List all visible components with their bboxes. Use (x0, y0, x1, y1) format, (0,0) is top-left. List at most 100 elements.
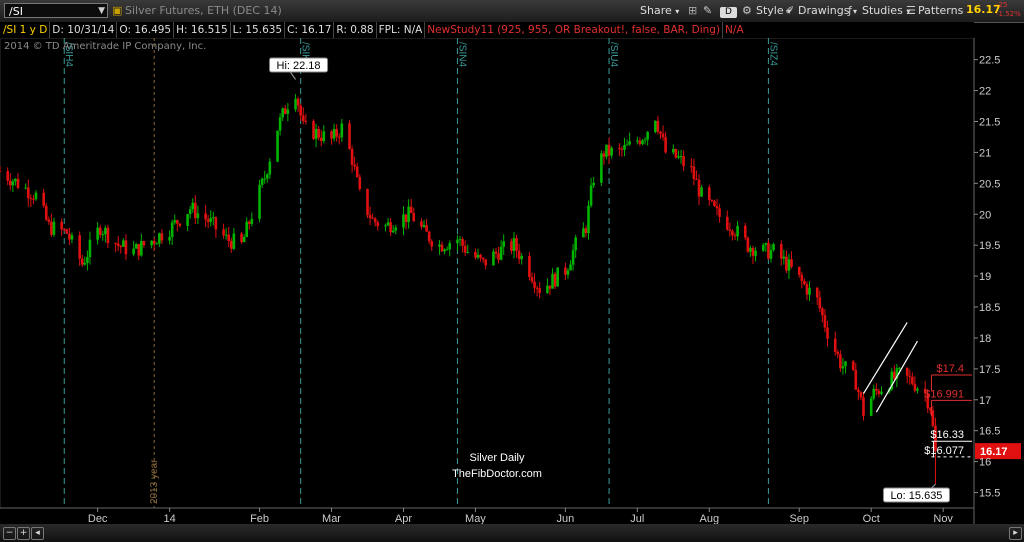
candle-body (83, 262, 87, 265)
candle-body (296, 98, 300, 106)
patterns-button[interactable]: Patterns (918, 3, 963, 18)
candle-body (695, 178, 698, 180)
chart-subtitle: TheFibDoctor.com (452, 468, 542, 480)
copyright-text: 2014 © TD Ameritrade IP Company, Inc. (4, 41, 207, 52)
candle-body (116, 243, 120, 246)
candle-body (278, 117, 282, 131)
candle-body (376, 222, 380, 227)
candle-body (905, 367, 909, 376)
candle-body (638, 140, 642, 145)
candle-body (132, 248, 135, 255)
candle-body (6, 171, 10, 181)
y-tick-label: 15.5 (979, 488, 1000, 500)
candle-body (158, 233, 161, 244)
candle-body (782, 256, 786, 259)
share-button[interactable]: Share ▾ (640, 3, 679, 18)
candle-body (11, 181, 15, 186)
style-icon[interactable]: ⚙ (742, 3, 752, 18)
zoom-out-icon[interactable]: − (3, 527, 16, 540)
candle-body (265, 174, 269, 179)
candle-body (733, 235, 737, 237)
candle-body (779, 244, 783, 259)
top-toolbar: /SI ▼ ▣ Silver Futures, ETH (DEC 14) Sha… (0, 0, 1024, 23)
info-study[interactable]: NewStudy11 (925, 955, OR Breakout!, fals… (425, 22, 724, 38)
y-tick-label: 22 (979, 86, 991, 98)
zoom-in-icon[interactable]: + (17, 527, 30, 540)
candle-body (859, 392, 863, 398)
patterns-icon[interactable]: ☰ (906, 3, 916, 18)
candle-body (682, 156, 685, 167)
candle-body (178, 223, 182, 226)
candle-body (204, 213, 207, 220)
symbol-info-icon[interactable]: ▣ (112, 3, 122, 18)
candle-body (456, 239, 459, 244)
candle-body (214, 217, 218, 230)
candle-body (301, 115, 305, 121)
candle-body (247, 221, 251, 224)
candle-body (844, 361, 847, 367)
price-level-label: $17.4 (936, 363, 964, 375)
candle-body (713, 200, 716, 206)
candle-body (690, 166, 693, 168)
candle-body (769, 249, 773, 259)
candle-body (384, 225, 387, 227)
scroll-right-icon[interactable]: ▸ (1009, 527, 1022, 540)
symbol-input[interactable]: /SI ▼ (4, 3, 108, 18)
candle-body (931, 410, 935, 426)
candle-body (836, 351, 840, 355)
y-tick-label: 19.5 (979, 240, 1000, 252)
drawings-dropdown-icon: ▾ (852, 7, 857, 16)
candle-body (805, 284, 809, 295)
y-tick-label: 19 (979, 271, 991, 283)
studies-button[interactable]: Studies ▾ (862, 3, 910, 18)
candle-body (481, 257, 485, 260)
candle-body (710, 200, 714, 202)
candle-body (628, 141, 631, 145)
info-fpl: FPL: N/A (377, 22, 426, 38)
candle-body (258, 184, 261, 219)
candle-body (281, 108, 284, 118)
price-change: -25 -1.52% (996, 1, 1021, 19)
studies-icon[interactable]: ƒ (848, 3, 852, 18)
candle-body (314, 128, 318, 139)
annotations-layer: $17.4 $16.991 $16.33 $16.077 Hi: 22.18 Lo: 15… (269, 57, 1021, 503)
candle-body (674, 149, 678, 158)
candle-body (785, 256, 788, 271)
candle-body (340, 123, 344, 138)
candle-body (672, 149, 675, 153)
candle-body (263, 178, 267, 180)
candle-body (556, 267, 559, 287)
candle-body (122, 240, 125, 247)
symbol-dropdown-icon[interactable]: ▼ (98, 4, 105, 19)
candle-body (476, 254, 480, 258)
info-range: R: 0.88 (334, 22, 377, 38)
symbol-text: /SI (9, 5, 23, 18)
aggregation-button[interactable]: D (720, 3, 737, 18)
candle-body (407, 206, 410, 223)
candle-body (718, 208, 721, 217)
candle-body (731, 230, 734, 236)
candle-body (194, 202, 197, 219)
info-symbol-period[interactable]: /SI 1 y D (0, 22, 51, 38)
y-tick-label: 20 (979, 209, 991, 221)
candle-body (124, 240, 128, 255)
candle-body (607, 144, 611, 156)
candle-body (749, 247, 752, 252)
drawings-icon[interactable]: ✐ (785, 3, 794, 18)
channel-line-upper (862, 322, 908, 394)
price-level-label: $16.077 (924, 445, 964, 457)
scroll-left-icon[interactable]: ◂ (31, 527, 44, 540)
silver-daily-chart[interactable]: /SIH4/SIK4/SIN4/SIU4/SIZ42013 year $17.4… (0, 0, 1024, 542)
price-change-pct: -1.52% (996, 10, 1021, 18)
candle-body (530, 276, 534, 282)
share-options-icon[interactable]: ⊞ (688, 3, 697, 18)
candle-body (443, 249, 446, 252)
candle-body (368, 214, 372, 219)
wrench-icon[interactable]: ✎ (703, 3, 712, 18)
y-tick-label: 20.5 (979, 178, 1000, 190)
candle-body (106, 227, 110, 244)
candle-body (142, 240, 146, 246)
candle-body (566, 270, 570, 275)
d-label: D (720, 7, 737, 18)
candle-body (119, 245, 123, 247)
